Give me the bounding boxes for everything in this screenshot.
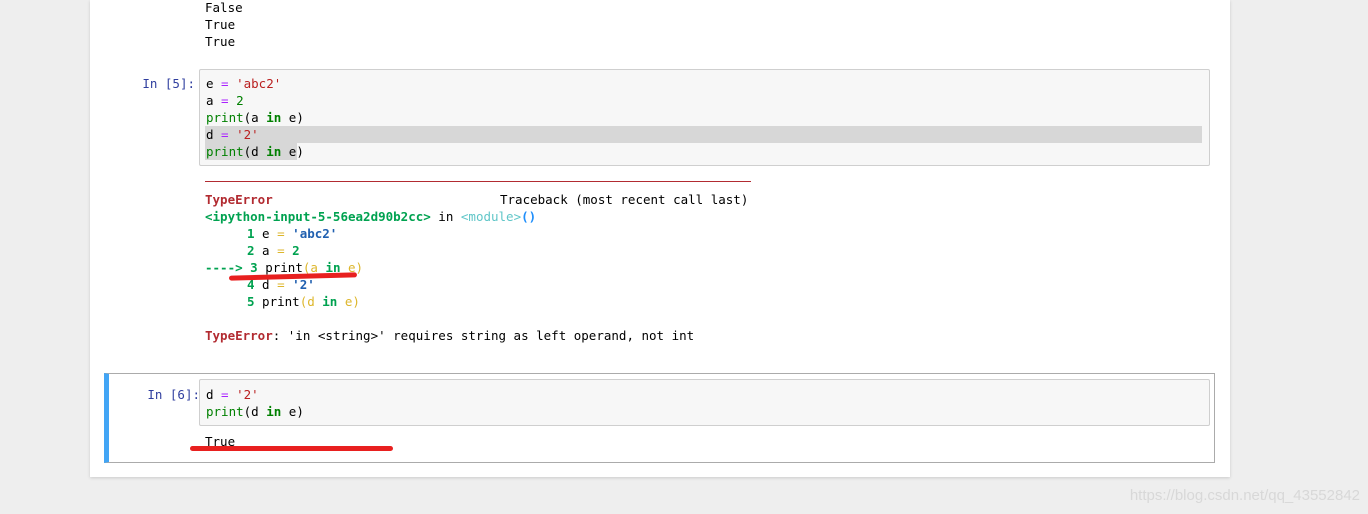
cell-prompt: In [6]:: [147, 387, 200, 402]
code-input[interactable]: e = 'abc2' a = 2 print(a in e) d = '2' p…: [199, 69, 1210, 166]
traceback-title: Traceback (most recent call last): [500, 192, 749, 207]
traceback-header: TypeError: [205, 192, 273, 207]
notebook-container: False True True In [5]: e = 'abc2' a = 2…: [90, 0, 1230, 477]
error-message: TypeError: 'in <string>' requires string…: [205, 328, 695, 343]
cell-prompt: In [5]:: [142, 76, 195, 91]
code-line: d = '2': [206, 127, 259, 142]
traceback-separator: [205, 181, 751, 182]
output-line: False: [205, 0, 243, 15]
traceback-line: 5 print(d in e): [247, 294, 360, 309]
code-cell-6[interactable]: In [6]: d = '2' print(d in e) True: [104, 373, 1215, 463]
code-line: e = 'abc2': [206, 76, 282, 91]
watermark: https://blog.csdn.net/qq_43552842: [1129, 487, 1360, 504]
traceback-line: 2 a = 2: [247, 243, 300, 258]
traceback-source: <ipython-input-5-56ea2d90b2cc> in <modul…: [205, 209, 537, 224]
code-line: a = 2: [206, 93, 244, 108]
output-line: True: [205, 17, 236, 32]
code-line: print(d in e): [206, 144, 304, 159]
output-line: True: [205, 34, 236, 49]
code-line: print(d in e): [206, 404, 304, 419]
code-line: print(a in e): [206, 110, 304, 125]
red-underline-annotation: [190, 446, 393, 451]
code-line: d = '2': [206, 387, 259, 402]
traceback-line: 1 e = 'abc2': [247, 226, 338, 241]
current-line-highlight: [205, 126, 1202, 143]
code-input[interactable]: d = '2' print(d in e): [199, 379, 1210, 426]
